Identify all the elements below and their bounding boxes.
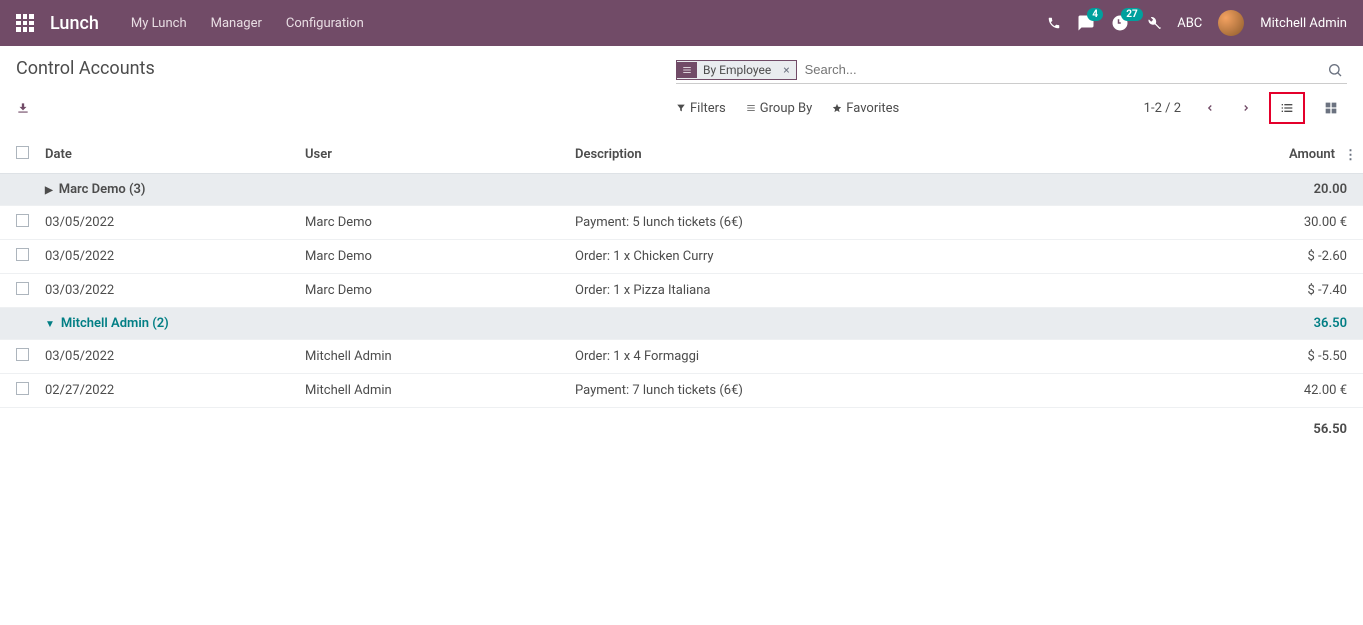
- footer-row: 56.50: [0, 408, 1363, 446]
- navbar-left: Lunch My Lunch Manager Configuration: [16, 13, 364, 34]
- group-name: Mitchell Admin (2): [61, 316, 169, 331]
- col-user[interactable]: User: [297, 136, 567, 174]
- cell-date: 03/05/2022: [37, 340, 297, 374]
- col-amount[interactable]: Amount⋮: [1273, 136, 1363, 174]
- column-menu-icon[interactable]: ⋮: [1344, 148, 1357, 163]
- page-title: Control Accounts: [16, 58, 676, 79]
- row-checkbox[interactable]: [16, 248, 29, 261]
- col-description[interactable]: Description: [567, 136, 1273, 174]
- toolbar-left: [16, 101, 676, 115]
- avatar[interactable]: [1218, 10, 1244, 36]
- toolbar: Filters Group By Favorites 1-2 / 2: [0, 84, 1363, 136]
- groupby-facet-icon: [677, 62, 697, 78]
- activities-badge: 27: [1121, 8, 1142, 21]
- star-icon: [832, 103, 842, 113]
- cell-amount: $ -5.50: [1273, 340, 1363, 374]
- search-icon[interactable]: [1323, 62, 1347, 78]
- search-facet: By Employee ×: [676, 60, 797, 80]
- cell-date: 02/27/2022: [37, 374, 297, 408]
- cell-user: Marc Demo: [297, 274, 567, 308]
- caret-right-icon: ▶: [45, 185, 53, 196]
- favorites-button[interactable]: Favorites: [832, 101, 899, 116]
- navbar: Lunch My Lunch Manager Configuration 4 2…: [0, 0, 1363, 46]
- caret-down-icon: ▼: [45, 319, 55, 330]
- view-kanban-icon[interactable]: [1315, 94, 1347, 122]
- facet-label: By Employee: [697, 61, 777, 79]
- apps-icon[interactable]: [16, 14, 34, 32]
- group-amount: 36.50: [1273, 308, 1363, 340]
- filters-label: Filters: [690, 101, 726, 116]
- cell-user: Mitchell Admin: [297, 374, 567, 408]
- phone-icon[interactable]: [1047, 16, 1061, 30]
- activities-button[interactable]: 27: [1111, 14, 1129, 32]
- user-name[interactable]: Mitchell Admin: [1260, 16, 1347, 31]
- cell-user: Marc Demo: [297, 240, 567, 274]
- nav-my-lunch[interactable]: My Lunch: [131, 16, 187, 31]
- cell-user: Marc Demo: [297, 206, 567, 240]
- pager-text[interactable]: 1-2 / 2: [1144, 101, 1181, 116]
- group-amount: 20.00: [1273, 174, 1363, 206]
- toolbar-center: Filters Group By Favorites: [676, 101, 899, 116]
- view-list-icon[interactable]: [1269, 92, 1305, 124]
- group-row[interactable]: ▶ Marc Demo (3) 20.00: [0, 174, 1363, 206]
- groupby-icon: [746, 103, 756, 113]
- cell-description: Payment: 7 lunch tickets (6€): [567, 374, 1273, 408]
- select-all-checkbox[interactable]: [16, 146, 29, 159]
- navbar-right: 4 27 ABC Mitchell Admin: [1047, 10, 1347, 36]
- accounts-table: Date User Description Amount⋮ ▶ Marc Demo…: [0, 136, 1363, 445]
- cell-amount: 30.00 €: [1273, 206, 1363, 240]
- cell-user: Mitchell Admin: [297, 340, 567, 374]
- cell-description: Payment: 5 lunch tickets (6€): [567, 206, 1273, 240]
- toolbar-right: 1-2 / 2: [1144, 92, 1347, 124]
- search-input[interactable]: [797, 58, 1323, 81]
- table-row[interactable]: 03/05/2022Marc DemoPayment: 5 lunch tick…: [0, 206, 1363, 240]
- group-name: Marc Demo (3): [59, 182, 146, 197]
- row-checkbox[interactable]: [16, 348, 29, 361]
- col-date[interactable]: Date: [37, 136, 297, 174]
- filters-button[interactable]: Filters: [676, 101, 726, 116]
- row-checkbox[interactable]: [16, 382, 29, 395]
- groupby-button[interactable]: Group By: [746, 101, 813, 116]
- table-row[interactable]: 03/05/2022Mitchell AdminOrder: 1 x 4 For…: [0, 340, 1363, 374]
- table-row[interactable]: 02/27/2022Mitchell AdminPayment: 7 lunch…: [0, 374, 1363, 408]
- row-checkbox[interactable]: [16, 282, 29, 295]
- cell-amount: $ -7.40: [1273, 274, 1363, 308]
- facet-close-icon[interactable]: ×: [777, 63, 795, 77]
- filter-icon: [676, 103, 686, 113]
- debug-label[interactable]: ABC: [1177, 16, 1202, 31]
- nav-menu: My Lunch Manager Configuration: [131, 16, 364, 31]
- export-icon[interactable]: [16, 101, 676, 115]
- nav-configuration[interactable]: Configuration: [286, 16, 364, 31]
- cell-amount: 42.00 €: [1273, 374, 1363, 408]
- cell-description: Order: 1 x 4 Formaggi: [567, 340, 1273, 374]
- messages-button[interactable]: 4: [1077, 14, 1095, 32]
- table-row[interactable]: 03/03/2022Marc DemoOrder: 1 x Pizza Ital…: [0, 274, 1363, 308]
- groupby-label: Group By: [760, 101, 813, 116]
- messages-badge: 4: [1087, 8, 1103, 21]
- pager-prev-icon[interactable]: [1197, 97, 1223, 119]
- cell-description: Order: 1 x Chicken Curry: [567, 240, 1273, 274]
- nav-manager[interactable]: Manager: [211, 16, 262, 31]
- search-area: By Employee ×: [676, 58, 1347, 84]
- total-amount: 56.50: [1273, 408, 1363, 446]
- cell-date: 03/03/2022: [37, 274, 297, 308]
- pager-next-icon[interactable]: [1233, 97, 1259, 119]
- table-row[interactable]: 03/05/2022Marc DemoOrder: 1 x Chicken Cu…: [0, 240, 1363, 274]
- app-brand[interactable]: Lunch: [50, 13, 99, 34]
- tools-icon[interactable]: [1145, 15, 1161, 31]
- cell-amount: $ -2.60: [1273, 240, 1363, 274]
- cell-date: 03/05/2022: [37, 240, 297, 274]
- table-header-row: Date User Description Amount⋮: [0, 136, 1363, 174]
- group-row[interactable]: ▼ Mitchell Admin (2) 36.50: [0, 308, 1363, 340]
- row-checkbox[interactable]: [16, 214, 29, 227]
- cell-description: Order: 1 x Pizza Italiana: [567, 274, 1273, 308]
- cell-date: 03/05/2022: [37, 206, 297, 240]
- control-bar: Control Accounts By Employee ×: [0, 46, 1363, 84]
- favorites-label: Favorites: [846, 101, 899, 116]
